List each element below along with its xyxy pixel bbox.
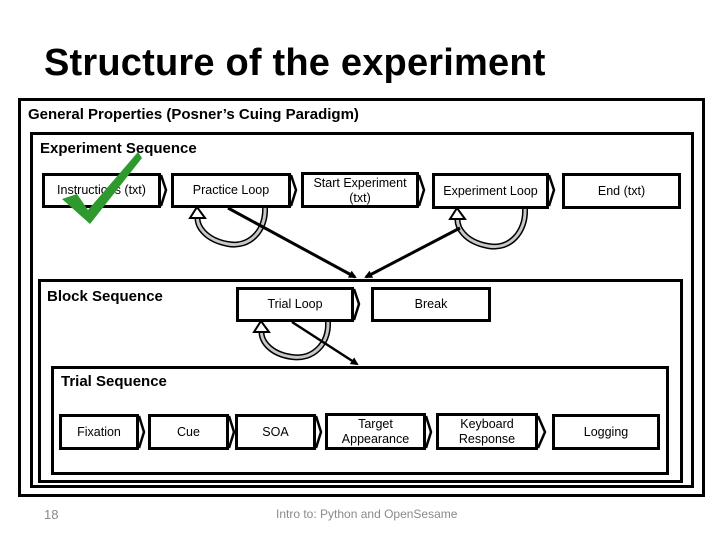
experiment-sequence-label: Experiment Sequence	[40, 140, 197, 157]
step-practice-loop[interactable]: Practice Loop	[171, 173, 291, 208]
step-cue[interactable]: Cue	[148, 414, 229, 450]
step-break[interactable]: Break	[371, 287, 491, 322]
page-number: 18	[44, 507, 59, 522]
step-end[interactable]: End (txt)	[562, 173, 681, 209]
step-fixation[interactable]: Fixation	[59, 414, 139, 450]
footer-text: Intro to: Python and OpenSesame	[276, 507, 458, 521]
slide-title: Structure of the experiment	[44, 42, 546, 84]
general-properties-label: General Properties (Posner’s Cuing Parad…	[28, 106, 359, 123]
step-start-experiment[interactable]: Start Experiment (txt)	[301, 172, 419, 208]
step-instructions[interactable]: Instructions (txt)	[42, 173, 161, 208]
step-soa[interactable]: SOA	[235, 414, 316, 450]
step-target-appearance[interactable]: Target Appearance	[325, 413, 426, 450]
step-experiment-loop[interactable]: Experiment Loop	[432, 173, 549, 209]
step-trial-loop[interactable]: Trial Loop	[236, 287, 354, 322]
step-keyboard-response[interactable]: Keyboard Response	[436, 413, 538, 450]
step-logging[interactable]: Logging	[552, 414, 660, 450]
trial-sequence-label: Trial Sequence	[61, 373, 167, 390]
block-sequence-label: Block Sequence	[47, 288, 163, 305]
